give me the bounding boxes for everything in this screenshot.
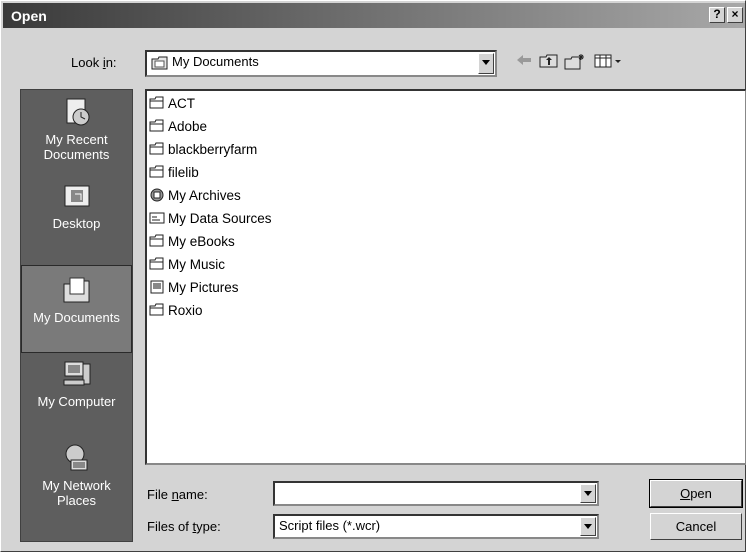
list-item[interactable]: Roxio — [149, 300, 203, 322]
folder-icon — [149, 165, 164, 178]
title-bar[interactable]: Open ? × — [3, 3, 745, 28]
place-desktop[interactable]: Desktop — [21, 180, 132, 262]
place-my-recent-documents[interactable]: My Recent Documents — [21, 90, 132, 184]
list-item[interactable]: ACT — [149, 93, 195, 115]
list-item[interactable]: My Archives — [149, 185, 241, 207]
close-button[interactable]: × — [727, 7, 743, 23]
view-menu-icon[interactable] — [591, 53, 627, 73]
back-arrow-icon[interactable] — [513, 53, 535, 73]
desktop-icon — [64, 185, 89, 207]
place-label: My Recent Documents — [43, 132, 110, 162]
up-folder-icon[interactable] — [538, 53, 560, 73]
folder-icon — [149, 142, 164, 155]
folder-icon — [149, 119, 164, 132]
close-label: × — [731, 7, 739, 21]
dialog-title: Open — [11, 8, 47, 24]
list-item[interactable]: filelib — [149, 162, 199, 184]
pictures-folder-icon — [150, 280, 164, 294]
place-label: My Computer — [37, 394, 116, 409]
new-folder-icon[interactable] — [564, 53, 586, 73]
open-button[interactable]: Open — [649, 479, 743, 508]
archive-folder-icon — [150, 188, 164, 202]
help-label: ? — [713, 7, 721, 21]
places-bar: My Recent Documents Desktop My Documents… — [20, 89, 133, 542]
folder-icon — [149, 96, 164, 109]
file-name-dropdown-button[interactable] — [580, 484, 596, 503]
list-item[interactable]: blackberryfarm — [149, 139, 257, 161]
help-button[interactable]: ? — [709, 7, 725, 23]
file-type-dropdown-button[interactable] — [580, 517, 596, 536]
my-documents-small-icon — [151, 56, 168, 70]
place-label: Desktop — [52, 216, 101, 231]
network-places-icon — [65, 444, 87, 471]
cancel-button[interactable]: Cancel — [650, 513, 742, 540]
recent-documents-icon — [66, 98, 89, 126]
file-type-dropdown[interactable]: Script files (*.wcr) — [273, 514, 599, 539]
file-type-label: Files of type: — [147, 519, 221, 534]
place-label: My Documents — [33, 310, 120, 325]
look-in-dropdown-button[interactable] — [478, 53, 494, 74]
folder-icon — [149, 234, 164, 247]
folder-icon — [149, 303, 164, 316]
place-my-documents[interactable]: My Documents — [21, 265, 132, 353]
place-my-computer[interactable]: My Computer — [21, 358, 132, 438]
place-my-network-places[interactable]: My Network Places — [21, 442, 132, 540]
list-item[interactable]: My Pictures — [149, 277, 239, 299]
file-name-input[interactable] — [273, 481, 599, 506]
list-item[interactable]: My Data Sources — [149, 208, 272, 230]
file-name-label: File name: — [147, 487, 208, 502]
data-sources-icon — [149, 212, 165, 224]
my-computer-icon — [63, 361, 90, 386]
look-in-value: My Documents — [151, 54, 259, 71]
file-type-value: Script files (*.wcr) — [279, 518, 381, 533]
look-in-dropdown[interactable]: My Documents — [145, 50, 497, 77]
open-dialog: Open ? × Look in: My Documents My Recent… — [0, 0, 746, 552]
look-in-label: Look in: — [71, 55, 117, 70]
list-item[interactable]: My eBooks — [149, 231, 235, 253]
folder-icon — [149, 257, 164, 270]
place-label: My Network Places — [42, 478, 111, 508]
file-list[interactable]: ACT Adobe blackberryfarm filelib My Arch… — [145, 89, 746, 465]
my-documents-icon — [63, 277, 89, 303]
list-item[interactable]: My Music — [149, 254, 225, 276]
list-item[interactable]: Adobe — [149, 116, 207, 138]
